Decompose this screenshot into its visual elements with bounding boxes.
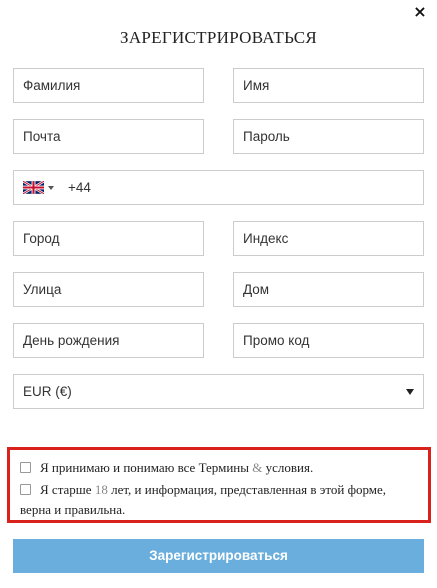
house-field[interactable]: Дом xyxy=(233,272,424,307)
age-confirm-label-cont: верна и правильна. xyxy=(20,502,126,517)
postcode-field[interactable]: Индекс xyxy=(233,221,424,256)
chevron-down-icon[interactable] xyxy=(48,185,54,190)
first-name-field[interactable]: Имя xyxy=(233,68,424,103)
accept-terms-label[interactable]: Я принимаю и понимаю все Термины & услов… xyxy=(40,458,313,477)
email-field[interactable]: Почта xyxy=(13,119,204,154)
close-icon[interactable]: × xyxy=(410,2,430,22)
street-field[interactable]: Улица xyxy=(13,272,204,307)
promo-code-field[interactable]: Промо код xyxy=(233,323,424,358)
birthday-field[interactable]: День рождения xyxy=(13,323,204,358)
age-confirm-label[interactable]: Я старше 18 лет, и информация, представл… xyxy=(40,480,386,499)
register-button[interactable]: Зарегистрироваться xyxy=(13,539,424,573)
page-title: ЗАРЕГИСТРИРОВАТЬСЯ xyxy=(120,28,317,47)
uk-flag-icon[interactable] xyxy=(23,181,44,194)
city-field[interactable]: Город xyxy=(13,221,204,256)
phone-field[interactable]: +44 xyxy=(13,170,424,205)
currency-value: EUR (€) xyxy=(23,384,72,399)
last-name-field[interactable]: Фамилия xyxy=(13,68,204,103)
chevron-down-icon xyxy=(406,388,414,395)
terms-box: Я принимаю и понимаю все Термины & услов… xyxy=(7,447,431,523)
age-confirm-checkbox[interactable] xyxy=(20,484,31,495)
password-field[interactable]: Пароль xyxy=(233,119,424,154)
currency-select[interactable]: EUR (€) xyxy=(13,374,424,409)
phone-code: +44 xyxy=(68,180,91,195)
accept-terms-checkbox[interactable] xyxy=(20,462,31,473)
